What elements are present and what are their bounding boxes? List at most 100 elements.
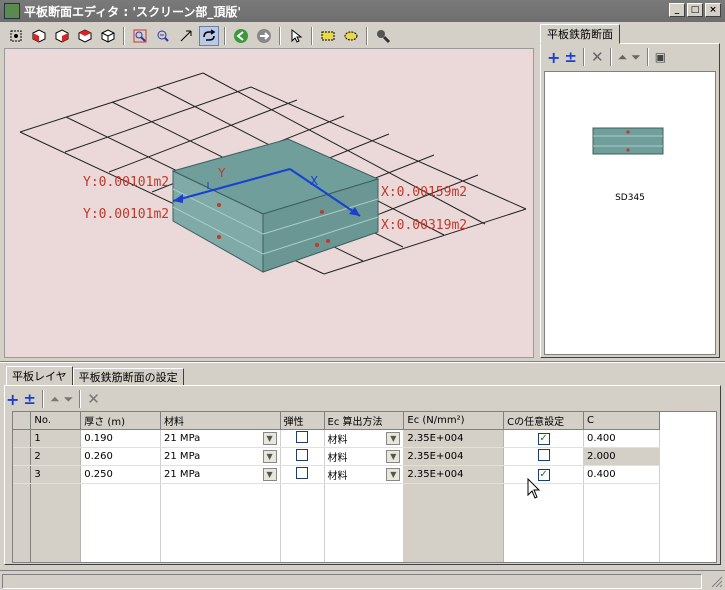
- cell-material[interactable]: 21 MPa ▼: [160, 429, 281, 448]
- cell-thickness[interactable]: 0.260: [80, 447, 162, 466]
- cell-c-custom[interactable]: ✓: [503, 429, 585, 448]
- 3d-viewport[interactable]: Y X Y:0.00101m2 Y:0.00101m2 X:0.00159m2 …: [4, 48, 534, 358]
- chevron-down-icon[interactable]: ▼: [262, 432, 277, 445]
- elastic-checkbox[interactable]: [296, 467, 309, 479]
- search-icon[interactable]: [373, 26, 393, 46]
- chevron-down-icon[interactable]: ▼: [386, 432, 401, 445]
- status-text-area: [2, 574, 702, 589]
- cell-ec-method[interactable]: 材料 ▼: [324, 465, 405, 484]
- rebar-section-panel: 平板鉄筋断面 + ± ✕ ⏶ ⏷ ▣ SD345: [540, 24, 720, 358]
- delete-icon[interactable]: ✕: [87, 390, 100, 408]
- rebar-panel-body: + ± ✕ ⏶ ⏷ ▣ SD345: [540, 43, 720, 358]
- pan-icon[interactable]: [176, 26, 196, 46]
- move-down-icon[interactable]: ⏷: [64, 392, 74, 407]
- zoom-in-icon[interactable]: [130, 26, 150, 46]
- cell-c-custom[interactable]: [503, 447, 585, 466]
- column-header[interactable]: No.: [30, 412, 82, 430]
- rotate-icon[interactable]: [199, 26, 219, 46]
- cell-ec-method[interactable]: 材料 ▼: [324, 447, 405, 466]
- forward-icon[interactable]: [254, 26, 274, 46]
- table-row[interactable]: 3 0.250 21 MPa ▼ 材料 ▼ 2.35E+004 ✓ 0.400: [13, 465, 716, 484]
- c-custom-checkbox[interactable]: [537, 449, 550, 461]
- cell-material[interactable]: 21 MPa ▼: [160, 465, 281, 484]
- column-header[interactable]: 材料: [160, 412, 281, 430]
- rebar-section-preview: SD345: [544, 71, 716, 355]
- cell-c[interactable]: 0.400: [583, 429, 660, 448]
- zoom-out-icon[interactable]: [153, 26, 173, 46]
- rebar-toolbar: + ± ✕ ⏶ ⏷ ▣: [543, 46, 717, 68]
- layer-toolbar: + ± ⏶ ⏷ ✕: [6, 389, 100, 409]
- tab-rebar-settings[interactable]: 平板鉄筋断面の設定: [72, 368, 184, 386]
- cell-material[interactable]: 21 MPa ▼: [160, 447, 281, 466]
- cell-ec-method[interactable]: 材料 ▼: [324, 429, 405, 448]
- add-layer-icon[interactable]: +: [6, 390, 19, 409]
- cell-elastic[interactable]: [280, 447, 325, 466]
- window-title: 平板断面エディタ : 'スクリーン部_頂版': [24, 4, 242, 19]
- select-rect-icon[interactable]: [318, 26, 338, 46]
- table-row[interactable]: 2 0.260 21 MPa ▼ 材料 ▼ 2.35E+004 2.000: [13, 447, 716, 466]
- delete-icon[interactable]: ✕: [591, 48, 604, 66]
- elastic-checkbox[interactable]: [296, 449, 309, 461]
- chevron-down-icon[interactable]: ▼: [262, 468, 277, 481]
- resize-grip-icon[interactable]: [711, 576, 723, 588]
- cell-elastic[interactable]: [280, 429, 325, 448]
- rebar-section-graphic: [592, 127, 664, 155]
- move-down-icon[interactable]: ⏷: [631, 50, 641, 65]
- status-bar: [0, 570, 725, 590]
- cell-thickness[interactable]: 0.190: [80, 429, 162, 448]
- column-header[interactable]: C: [583, 412, 660, 430]
- title-bar: 平板断面エディタ : 'スクリーン部_頂版' _ □ ×: [0, 0, 725, 22]
- chevron-down-icon[interactable]: ▼: [262, 450, 277, 463]
- cell-c[interactable]: 0.400: [583, 465, 660, 484]
- cell-thickness[interactable]: 0.250: [80, 465, 162, 484]
- column-header[interactable]: 厚さ (m): [80, 412, 162, 430]
- move-up-icon[interactable]: ⏶: [618, 50, 628, 65]
- row-selector[interactable]: [13, 465, 32, 484]
- column-header[interactable]: Ec (N/mm²): [403, 412, 505, 430]
- cell-c[interactable]: 2.000: [583, 447, 660, 466]
- row-selector[interactable]: [13, 429, 32, 448]
- column-header[interactable]: 弾性: [280, 412, 325, 430]
- ec-method-value: 材料: [327, 471, 348, 482]
- plus-minus-icon[interactable]: ±: [564, 48, 577, 66]
- cell-c-custom[interactable]: ✓: [503, 465, 585, 484]
- fit-view-icon[interactable]: [6, 26, 26, 46]
- elastic-checkbox[interactable]: [296, 431, 309, 443]
- chevron-down-icon[interactable]: ▼: [386, 450, 401, 463]
- plus-minus-icon[interactable]: ±: [23, 390, 36, 408]
- table-row[interactable]: 1 0.190 21 MPa ▼ 材料 ▼ 2.35E+004 ✓ 0.400: [13, 429, 716, 448]
- cell-ec: 2.35E+004: [403, 447, 505, 466]
- c-custom-checkbox[interactable]: ✓: [537, 432, 550, 445]
- viewport-canvas: Y X Y:0.00101m2 Y:0.00101m2 X:0.00159m2 …: [19, 72, 527, 275]
- minimize-button[interactable]: _: [669, 3, 685, 17]
- move-up-icon[interactable]: ⏶: [50, 392, 60, 407]
- chevron-down-icon[interactable]: ▼: [386, 468, 401, 481]
- view-wire-icon[interactable]: [98, 26, 118, 46]
- row-selector[interactable]: [13, 447, 32, 466]
- add-icon[interactable]: +: [547, 48, 560, 67]
- main-toolbar: [4, 25, 534, 47]
- properties-icon[interactable]: ▣: [655, 50, 666, 64]
- close-button[interactable]: ×: [705, 3, 721, 17]
- annotation-y-bottom: Y:0.00101m2: [83, 207, 169, 222]
- column-header[interactable]: Ec 算出方法: [324, 412, 405, 430]
- row-filler: [659, 466, 716, 484]
- splitter[interactable]: [0, 361, 725, 363]
- tab-slab-layers[interactable]: 平板レイヤ: [6, 366, 73, 386]
- annotation-x-bottom: X:0.00319m2: [381, 218, 467, 233]
- view-iso-icon[interactable]: [29, 26, 49, 46]
- rebar-section-label: SD345: [615, 193, 645, 203]
- select-icon[interactable]: [286, 26, 306, 46]
- back-icon[interactable]: [231, 26, 251, 46]
- view-front-icon[interactable]: [52, 26, 72, 46]
- toolbar-separator: [79, 390, 82, 408]
- view-side-icon[interactable]: [75, 26, 95, 46]
- annotation-y-top: Y:0.00101m2: [83, 175, 169, 190]
- tab-rebar-section[interactable]: 平板鉄筋断面: [540, 24, 620, 44]
- select-free-icon[interactable]: [341, 26, 361, 46]
- cell-elastic[interactable]: [280, 465, 325, 484]
- maximize-button[interactable]: □: [687, 3, 703, 17]
- toolbar-separator: [279, 27, 281, 45]
- column-header[interactable]: Cの任意設定: [503, 412, 585, 430]
- layer-table: No. 厚さ (m) 材料 弾性 Ec 算出方法 Ec (N/mm²) Cの任意…: [12, 411, 717, 563]
